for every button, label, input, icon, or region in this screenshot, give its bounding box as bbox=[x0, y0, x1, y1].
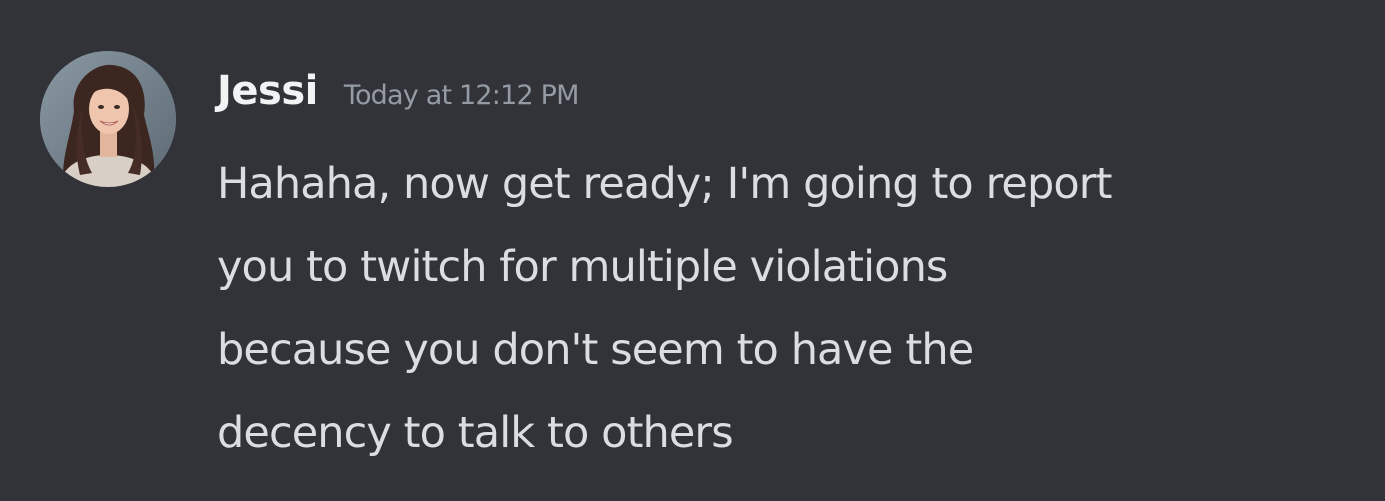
message-header: Jessi Today at 12:12 PM bbox=[217, 68, 579, 124]
timestamp: Today at 12:12 PM bbox=[343, 80, 580, 111]
message-content: Hahaha, now get ready; I'm going to repo… bbox=[217, 143, 1327, 475]
username[interactable]: Jessi bbox=[217, 68, 318, 114]
chat-message: Jessi Today at 12:12 PM Hahaha, now get … bbox=[0, 0, 1385, 501]
avatar[interactable] bbox=[40, 51, 176, 187]
avatar-photo-icon bbox=[40, 51, 176, 187]
message-line: decency to talk to others bbox=[217, 408, 734, 458]
message-line: because you don't seem to have the bbox=[217, 325, 974, 375]
message-line: Hahaha, now get ready; I'm going to repo… bbox=[217, 159, 1112, 209]
message-line: you to twitch for multiple violations bbox=[217, 242, 948, 292]
